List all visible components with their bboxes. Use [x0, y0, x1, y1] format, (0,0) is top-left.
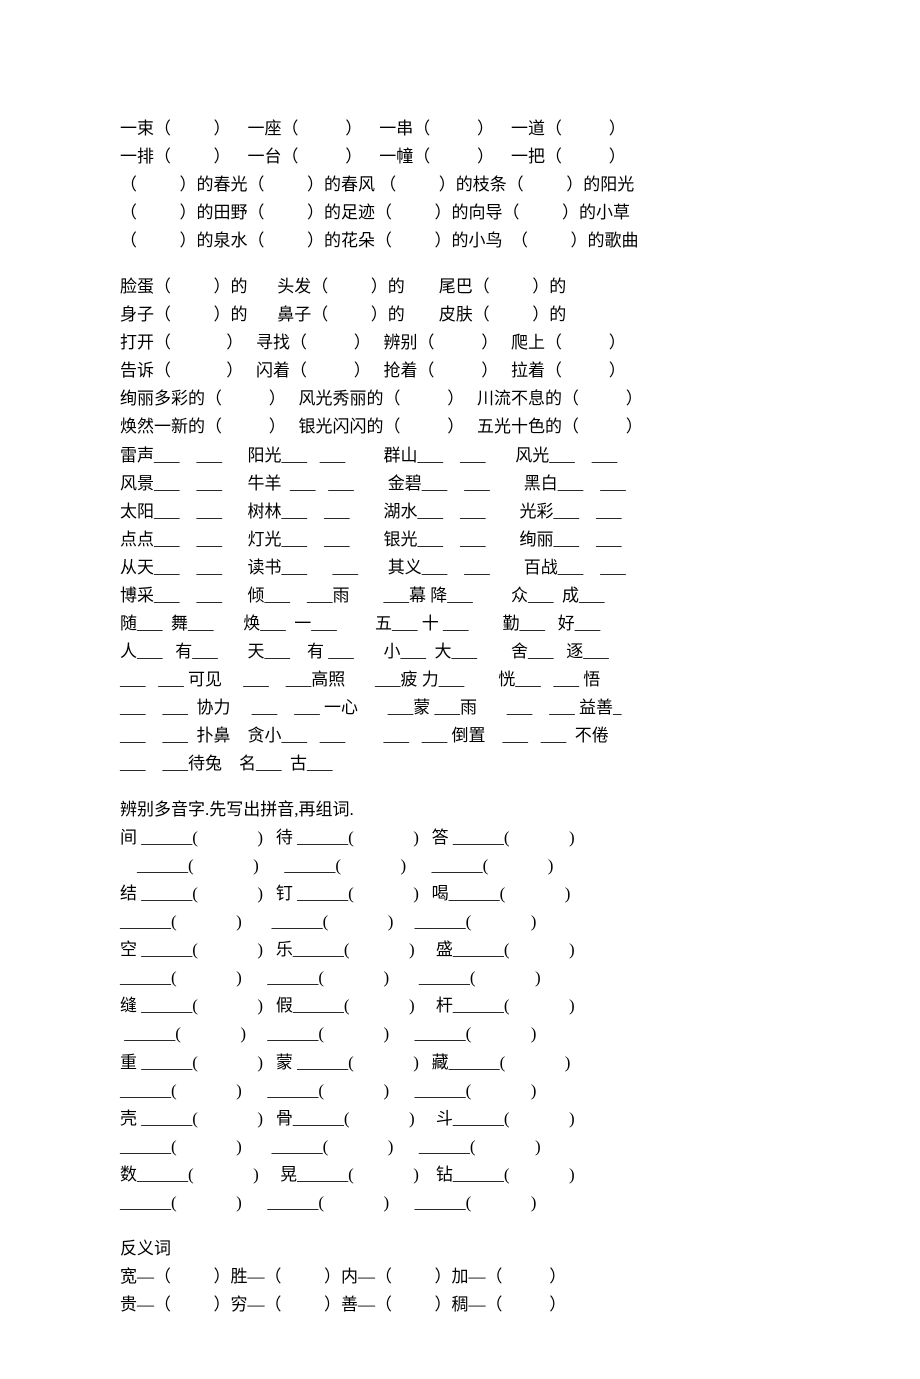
fill-blank-line: 贵—（ ）穷—（ ）善—（ ）稠—（ ） [120, 1291, 800, 1319]
section-title: 辨别多音字.先写出拼音,再组词. [120, 796, 800, 824]
document-page: 一束（ ） 一座（ ） 一串（ ） 一道（ ） 一排（ ） 一台（ ） 一幢（ … [0, 0, 920, 1379]
fill-blank-line: （ ）的春光（ ）的春风 （ ）的枝条（ ）的阳光 [120, 171, 800, 199]
polyphonic-row: ______( ) ______( ) ______( ) [120, 1077, 800, 1105]
fill-blank-line: 宽—（ ）胜—（ ）内—（ ）加—（ ） [120, 1263, 800, 1291]
polyphonic-row: 壳 ______( ) 骨______( ) 斗______( ) [120, 1105, 800, 1133]
polyphonic-row: ______( ) ______( ) ______( ) [120, 852, 800, 880]
fill-blank-line: 一排（ ） 一台（ ） 一幢（ ） 一把（ ） [120, 143, 800, 171]
fill-blank-line: 焕然一新的（ ） 银光闪闪的（ ） 五光十色的（ ） [120, 413, 800, 441]
fill-blank-line: 太阳___ ___ 树林___ ___ 湖水___ ___ 光彩___ ___ [120, 498, 800, 526]
polyphonic-row: ______( ) ______( ) ______( ) [120, 1133, 800, 1161]
polyphonic-row: ______( ) ______( ) ______( ) [120, 908, 800, 936]
polyphonic-row: 空 ______( ) 乐______( ) 盛______( ) [120, 936, 800, 964]
fill-blank-line: ___ ___ 可见 ___ ___高照 ___疲 力___ 恍___ ___ … [120, 666, 800, 694]
fill-blank-line: 人___ 有___ 天___ 有 ___ 小___ 大___ 舍___ 逐___ [120, 638, 800, 666]
polyphonic-row: ______( ) ______( ) ______( ) [120, 1020, 800, 1048]
fill-blank-line: 随___ 舞___ 焕___ 一___ 五___ 十 ___ 勤___ 好___ [120, 610, 800, 638]
fill-blank-line: 点点___ ___ 灯光___ ___ 银光___ ___ 绚丽___ ___ [120, 526, 800, 554]
fill-blank-line: ___ ___待兔 名___ 古___ [120, 750, 800, 778]
fill-blank-line: 告诉（ ） 闪着（ ） 抢着（ ） 拉着（ ） [120, 357, 800, 385]
polyphonic-table: 间 ______( ) 待 ______( ) 答 ______( ) ____… [120, 824, 800, 1217]
fill-blank-line: （ ）的泉水（ ）的花朵（ ）的小鸟 （ ）的歌曲 [120, 227, 800, 255]
polyphonic-row: 数______( ) 晃______( ) 钻______( ) [120, 1161, 800, 1189]
polyphonic-row: 结 ______( ) 钉 ______( ) 喝______( ) [120, 880, 800, 908]
polyphonic-row: ______( ) ______( ) ______( ) [120, 1189, 800, 1217]
fill-blank-line: 从天___ ___ 读书___ ___ 其义___ ___ 百战___ ___ [120, 554, 800, 582]
fill-blank-line: ___ ___ 扑鼻 贪小___ ___ ___ ___ 倒置 ___ ___ … [120, 722, 800, 750]
polyphonic-row: 重 ______( ) 蒙 ______( ) 藏______( ) [120, 1049, 800, 1077]
section-title: 反义词 [120, 1235, 800, 1263]
polyphonic-row: 缝 ______( ) 假______( ) 杆______( ) [120, 992, 800, 1020]
fill-blank-line: ___ ___ 协力 ___ ___ 一心 ___蒙 ___雨 ___ ___ … [120, 694, 800, 722]
fill-blank-line: 一束（ ） 一座（ ） 一串（ ） 一道（ ） [120, 115, 800, 143]
fill-blank-line: 雷声___ ___ 阳光___ ___ 群山___ ___ 风光___ ___ [120, 442, 800, 470]
polyphonic-row: 间 ______( ) 待 ______( ) 答 ______( ) [120, 824, 800, 852]
fill-blank-line: 博采___ ___ 倾___ ___雨 ___幕 降___ 众___ 成___ [120, 582, 800, 610]
polyphonic-row: ______( ) ______( ) ______( ) [120, 964, 800, 992]
fill-blank-line: 身子（ ）的 鼻子（ ）的 皮肤（ ）的 [120, 301, 800, 329]
fill-blank-line: 打开（ ） 寻找（ ） 辨别（ ） 爬上（ ） [120, 329, 800, 357]
fill-blank-line: 脸蛋（ ）的 头发（ ）的 尾巴（ ）的 [120, 273, 800, 301]
fill-blank-line: 风景___ ___ 牛羊 ___ ___ 金碧___ ___ 黑白___ ___ [120, 470, 800, 498]
fill-blank-line: 绚丽多彩的（ ） 风光秀丽的（ ） 川流不息的（ ） [120, 385, 800, 413]
fill-blank-line: （ ）的田野（ ）的足迹（ ）的向导（ ）的小草 [120, 199, 800, 227]
